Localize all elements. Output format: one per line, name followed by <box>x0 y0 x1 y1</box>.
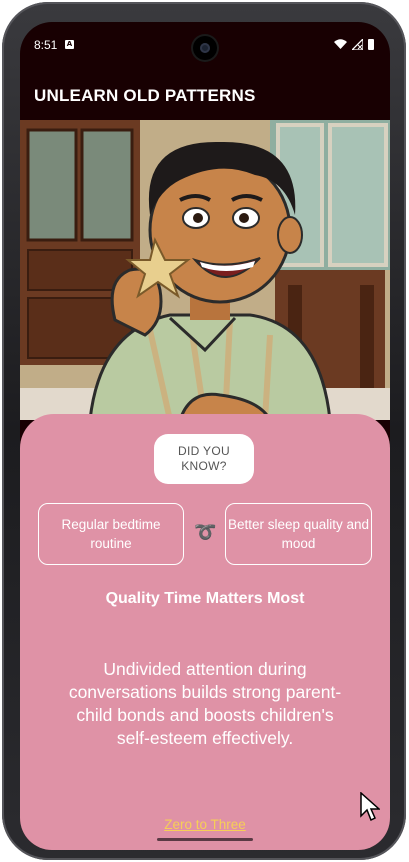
mouse-pointer-icon <box>360 792 380 822</box>
signal-icon <box>352 38 363 50</box>
fact-heading: Quality Time Matters Most <box>105 590 305 607</box>
before-habit-box: Regular bedtime routine <box>38 503 184 565</box>
phone-frame: 8:51 A UNLEARN OLD PATTERNS DID YOU KNOW… <box>2 2 406 860</box>
status-bar: 8:51 A <box>20 22 390 68</box>
app-title: UNLEARN OLD PATTERNS <box>34 86 256 105</box>
notification-icon: A <box>65 40 74 49</box>
status-time: 8:51 <box>34 38 58 52</box>
curly-loop-icon: ➰ <box>194 522 217 543</box>
fact-body: Undivided attention during conversations… <box>68 659 342 748</box>
did-you-know-badge: DID YOU KNOW? <box>154 434 254 484</box>
system-icons <box>334 38 374 50</box>
wifi-icon <box>334 39 347 49</box>
boy-eating-cookie-illustration <box>20 120 390 420</box>
after-result-box: Better sleep quality and mood <box>225 503 372 565</box>
front-camera <box>193 36 217 60</box>
screen: 8:51 A UNLEARN OLD PATTERNS DID YOU KNOW… <box>20 22 390 850</box>
source-link[interactable]: Zero to Three <box>20 817 390 832</box>
fact-card: DID YOU KNOW? Regular bedtime routine ➰ … <box>20 414 390 850</box>
app-bar: UNLEARN OLD PATTERNS <box>20 68 390 120</box>
battery-icon <box>368 38 374 50</box>
home-indicator[interactable] <box>157 838 253 841</box>
hero-image <box>20 120 390 420</box>
